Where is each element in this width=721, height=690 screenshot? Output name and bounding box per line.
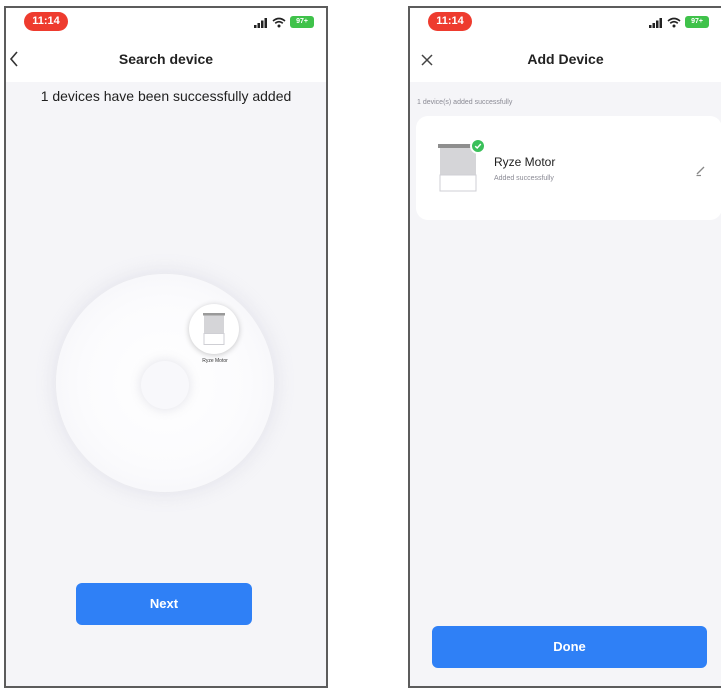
edit-icon[interactable] bbox=[694, 163, 708, 177]
added-count-caption: 1 device(s) added successfully bbox=[417, 99, 513, 106]
device-status: Added successfully bbox=[494, 175, 554, 182]
next-button[interactable]: Next bbox=[76, 583, 252, 625]
device-card[interactable]: Ryze Motor Added successfully bbox=[416, 116, 721, 220]
blind-icon bbox=[203, 313, 225, 345]
signal-icon bbox=[254, 17, 267, 28]
battery-icon: 97+ bbox=[290, 16, 314, 28]
page-title: Add Device bbox=[527, 51, 604, 67]
device-name: Ryze Motor bbox=[494, 155, 556, 169]
success-badge bbox=[470, 138, 486, 154]
wifi-icon bbox=[667, 17, 681, 27]
battery-icon: 97+ bbox=[685, 16, 709, 28]
nav-bar: Search device bbox=[6, 38, 326, 82]
found-device-label: Ryze Motor bbox=[202, 358, 228, 364]
status-time: 11:14 bbox=[24, 12, 68, 31]
page-title: Search device bbox=[118, 51, 214, 67]
status-bar: 11:14 97+ bbox=[410, 8, 721, 38]
radar-inner-circle bbox=[141, 361, 189, 409]
status-icons: 97+ bbox=[649, 16, 709, 28]
status-bar: 11:14 97+ bbox=[6, 8, 326, 38]
done-button[interactable]: Done bbox=[432, 626, 707, 668]
status-time: 11:14 bbox=[428, 12, 472, 31]
success-message: 1 devices have been successfully added bbox=[40, 88, 292, 104]
signal-icon bbox=[649, 17, 662, 28]
add-device-screen: 11:14 97+ Add Device 1 device(s) added s… bbox=[408, 6, 721, 688]
check-icon bbox=[474, 143, 482, 150]
search-device-screen: 11:14 97+ Search device 1 devices have b… bbox=[4, 6, 328, 688]
wifi-icon bbox=[272, 17, 286, 27]
nav-bar: Add Device bbox=[410, 38, 721, 82]
status-icons: 97+ bbox=[254, 16, 314, 28]
found-device-bubble[interactable] bbox=[189, 304, 239, 354]
